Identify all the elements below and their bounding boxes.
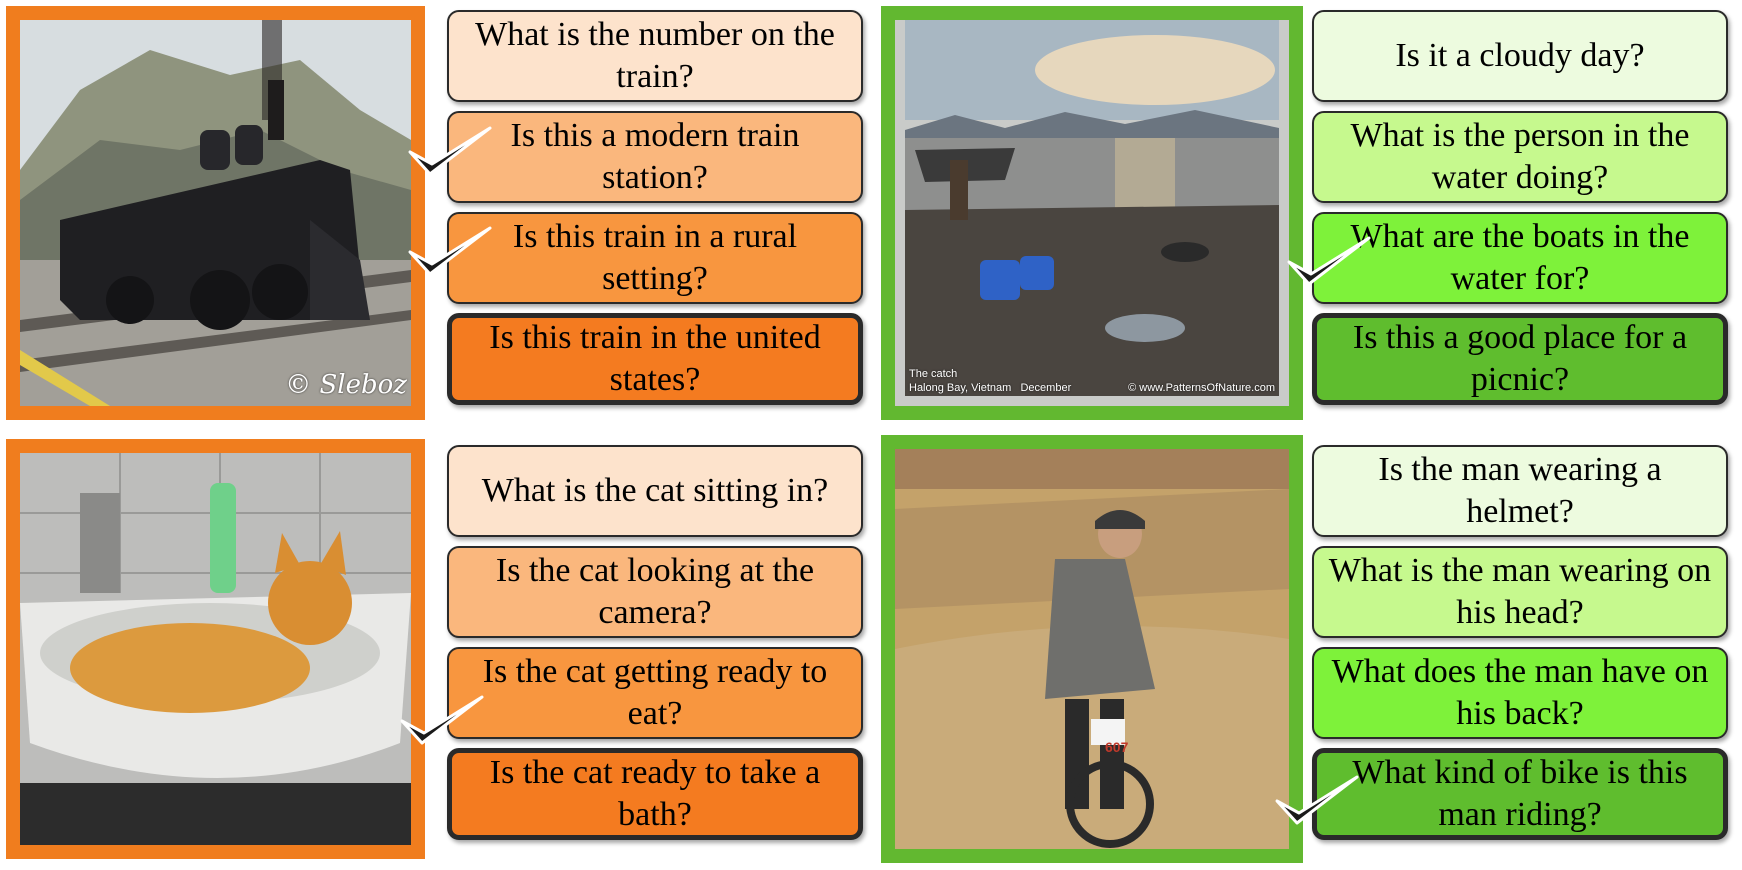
photo-caption-title: The catch (909, 368, 958, 380)
question-box: What is the number on the train? (447, 10, 863, 102)
cat-in-sink-image (20, 453, 411, 845)
cat-photo (6, 439, 425, 859)
question-box: Is this train in a rural setting? (447, 212, 863, 304)
question-box-selected: What kind of bike is this man riding? (1312, 748, 1728, 840)
beach-boats-image (895, 20, 1289, 406)
question-box: Is this a modern train station? (447, 111, 863, 203)
question-box: Is the cat getting ready to eat? (447, 647, 863, 739)
panel-beach: The catch Halong Bay, Vietnam December ©… (871, 0, 1742, 435)
steam-locomotive-image (20, 20, 411, 406)
question-box: What is the person in the water doing? (1312, 111, 1728, 203)
question-box: What is the cat sitting in? (447, 445, 863, 537)
question-box: What is the man wearing on his head? (1312, 546, 1728, 638)
panel-train: © Sleboz What is the number on the train… (0, 0, 871, 435)
question-box: Is the man wearing a helmet? (1312, 445, 1728, 537)
question-box: What are the boats in the water for? (1312, 212, 1728, 304)
question-box: Is it a cloudy day? (1312, 10, 1728, 102)
question-box-selected: Is this train in the united states? (447, 313, 863, 405)
panel-biker: 607 Is the man wearing a helmet? What is… (871, 435, 1742, 870)
panel-cat: What is the cat sitting in? Is the cat l… (0, 435, 871, 870)
question-box-selected: Is the cat ready to take a bath? (447, 748, 863, 840)
biker-photo: 607 (881, 435, 1303, 863)
bib-number: 607 (1105, 739, 1129, 755)
question-box: Is the cat looking at the camera? (447, 546, 863, 638)
train-photo: © Sleboz (6, 6, 425, 420)
photo-caption-location: Halong Bay, Vietnam December (909, 382, 1072, 394)
photo-caption-credit: © www.PatternsOfNature.com (1128, 382, 1275, 394)
photo-watermark: © Sleboz (285, 370, 407, 400)
question-box-selected: Is this a good place for a picnic? (1312, 313, 1728, 405)
beach-photo: The catch Halong Bay, Vietnam December ©… (881, 6, 1303, 420)
mountain-biker-image (895, 449, 1289, 849)
question-box: What does the man have on his back? (1312, 647, 1728, 739)
